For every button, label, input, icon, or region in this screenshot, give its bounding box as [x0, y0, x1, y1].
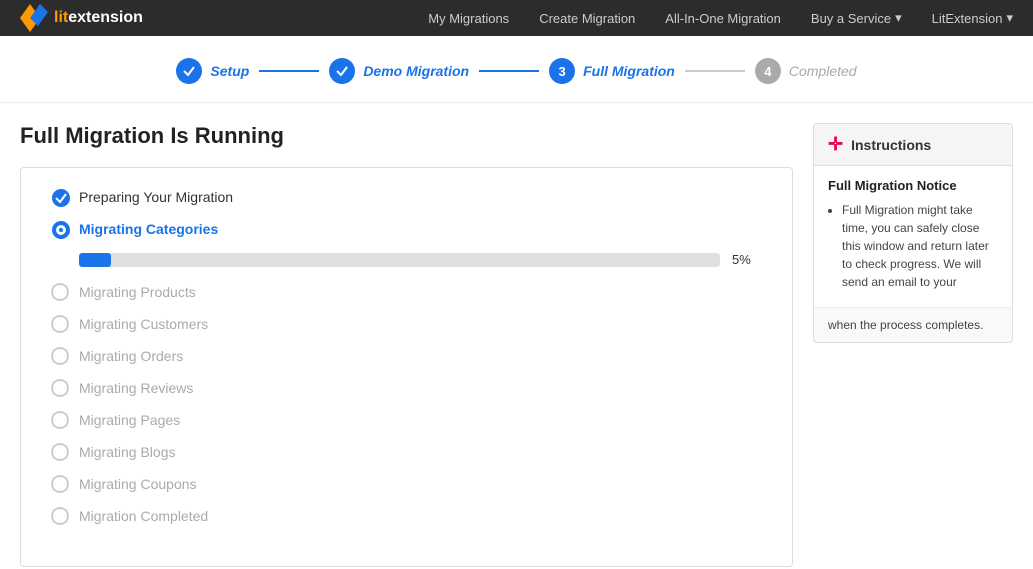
step-connector-2 — [479, 70, 539, 72]
instructions-subtitle: Full Migration Notice — [828, 178, 998, 193]
step-full: 3 Full Migration — [549, 58, 675, 84]
step-label-full: Full Migration — [583, 63, 675, 79]
main-content: Full Migration Is Running Preparing Your… — [0, 103, 1033, 567]
check-icon-preparing — [51, 188, 69, 206]
spinner-icon-categories — [51, 220, 69, 238]
migration-step-label-products: Migrating Products — [79, 284, 196, 300]
migration-step-orders: Migrating Orders — [51, 347, 762, 365]
instructions-title: Instructions — [851, 137, 931, 153]
chevron-down-icon: ▾ — [895, 10, 902, 26]
migration-panel: Preparing Your Migration Migrating Categ… — [20, 167, 793, 567]
content-area: Full Migration Is Running Preparing Your… — [20, 123, 793, 567]
stepper: Setup Demo Migration 3 Full Migration 4 … — [0, 36, 1033, 103]
nav: My Migrations Create Migration All-In-On… — [428, 10, 1013, 26]
step-label-demo: Demo Migration — [363, 63, 469, 79]
migration-step-label-orders: Migrating Orders — [79, 348, 183, 364]
progress-row: 5% — [79, 252, 762, 267]
circle-icon-reviews — [51, 379, 69, 397]
circle-icon-coupons — [51, 475, 69, 493]
instructions-header: ✛ Instructions — [814, 124, 1012, 166]
migration-step-reviews: Migrating Reviews — [51, 379, 762, 397]
progress-bar-fill — [79, 253, 111, 267]
nav-my-migrations[interactable]: My Migrations — [428, 11, 509, 26]
migration-step-label-blogs: Migrating Blogs — [79, 444, 176, 460]
progress-bar-bg — [79, 253, 720, 267]
nav-litextension[interactable]: LitExtension ▾ — [932, 10, 1013, 26]
migration-step-label-categories: Migrating Categories — [79, 221, 218, 237]
migration-step-pages: Migrating Pages — [51, 411, 762, 429]
instructions-body: Full Migration Notice Full Migration mig… — [814, 166, 1012, 307]
migration-step-migration-completed: Migration Completed — [51, 507, 762, 525]
page-title: Full Migration Is Running — [20, 123, 793, 149]
step-demo: Demo Migration — [329, 58, 469, 84]
logo-text: litextension — [54, 9, 143, 27]
migration-step-products: Migrating Products — [51, 283, 762, 301]
header: litextension My Migrations Create Migrat… — [0, 0, 1033, 36]
circle-icon-customers — [51, 315, 69, 333]
step-setup: Setup — [176, 58, 249, 84]
logo-icon — [20, 4, 48, 32]
instructions-box: ✛ Instructions Full Migration Notice Ful… — [813, 123, 1013, 343]
step-completed: 4 Completed — [755, 58, 857, 84]
nav-all-in-one[interactable]: All-In-One Migration — [665, 11, 781, 26]
migration-step-label-pages: Migrating Pages — [79, 412, 180, 428]
migration-step-label-customers: Migrating Customers — [79, 316, 208, 332]
migration-step-customers: Migrating Customers — [51, 315, 762, 333]
migration-step-categories: Migrating Categories — [51, 220, 762, 238]
logo: litextension — [20, 4, 143, 32]
chevron-down-icon: ▾ — [1006, 10, 1013, 26]
step-connector-3 — [685, 70, 745, 72]
circle-icon-migration-completed — [51, 507, 69, 525]
step-label-setup: Setup — [210, 63, 249, 79]
instructions-list-item: Full Migration might take time, you can … — [842, 201, 998, 291]
step-circle-full: 3 — [549, 58, 575, 84]
migration-step-coupons: Migrating Coupons — [51, 475, 762, 493]
step-circle-setup — [176, 58, 202, 84]
migration-step-label-reviews: Migrating Reviews — [79, 380, 193, 396]
instructions-footer: when the process completes. — [814, 307, 1012, 342]
nav-create-migration[interactable]: Create Migration — [539, 11, 635, 26]
step-label-completed: Completed — [789, 63, 857, 79]
instructions-list: Full Migration might take time, you can … — [828, 201, 998, 291]
circle-icon-blogs — [51, 443, 69, 461]
step-circle-demo — [329, 58, 355, 84]
migration-step-label-migration-completed: Migration Completed — [79, 508, 208, 524]
progress-percent: 5% — [732, 252, 762, 267]
migration-step-preparing: Preparing Your Migration — [51, 188, 762, 206]
cross-icon: ✛ — [828, 134, 843, 155]
circle-icon-products — [51, 283, 69, 301]
circle-icon-orders — [51, 347, 69, 365]
step-circle-completed: 4 — [755, 58, 781, 84]
circle-icon-pages — [51, 411, 69, 429]
migration-step-label-coupons: Migrating Coupons — [79, 476, 197, 492]
sidebar: ✛ Instructions Full Migration Notice Ful… — [813, 123, 1013, 567]
migration-step-blogs: Migrating Blogs — [51, 443, 762, 461]
nav-buy-service[interactable]: Buy a Service ▾ — [811, 10, 902, 26]
migration-step-label-preparing: Preparing Your Migration — [79, 189, 233, 205]
step-connector-1 — [259, 70, 319, 72]
